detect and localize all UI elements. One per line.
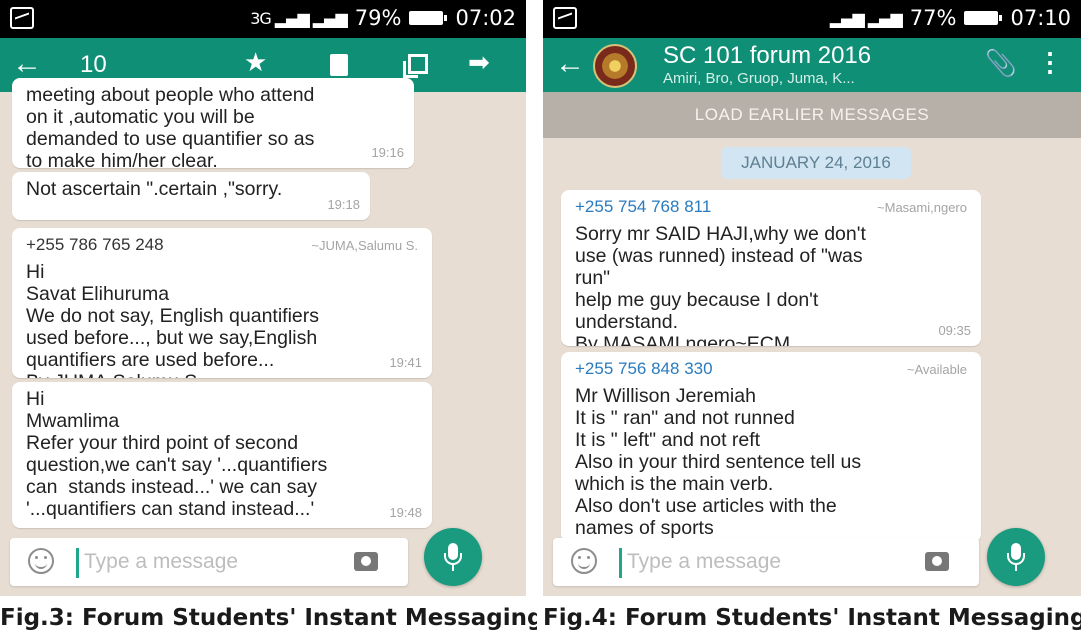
figure-caption-right: Fig.4: Forum Students' Instant Messaging… <box>543 605 1081 631</box>
battery-icon <box>964 11 1003 25</box>
figure-caption-left: Fig.3: Forum Students' Instant Messaging… <box>0 605 537 631</box>
message-time: 19:16 <box>371 145 404 160</box>
status-time: 07:02 <box>455 6 516 30</box>
voice-record-button[interactable] <box>424 528 482 586</box>
paperclip-icon[interactable]: 📎 <box>985 48 1017 79</box>
back-arrow-icon[interactable]: ← <box>12 47 42 81</box>
message-input[interactable] <box>627 546 847 578</box>
chat-title[interactable]: SC 101 forum 2016 <box>663 42 871 70</box>
chat-participants[interactable]: Amiri, Bro, Gruop, Juma, K... <box>663 70 855 87</box>
camera-icon[interactable] <box>354 552 378 571</box>
message-bubble[interactable]: Hi Mwamlima Refer your third point of se… <box>12 382 432 528</box>
message-sender: +255 756 848 330 ~Available <box>575 358 967 381</box>
signal-icon: ▂▄▆ ▂▄▆ <box>829 8 903 28</box>
message-input[interactable] <box>84 546 304 578</box>
message-body: Mr Willison Jeremiah It is " ran" and no… <box>575 385 862 542</box>
message-text: Mr Willison Jeremiah It is " ran" and no… <box>575 385 967 542</box>
left-phone-screenshot: 3G ▂▄▆ ▂▄▆ 79% 07:02 ← 10 ★ ➡ meeting ab… <box>0 0 526 596</box>
more-vert-icon[interactable]: ⋮ <box>1037 47 1063 78</box>
message-sender: +255 754 768 811 ~Masami,ngero <box>575 196 967 219</box>
back-arrow-icon[interactable]: ← <box>555 47 585 81</box>
message-bubble[interactable]: +255 754 768 811 ~Masami,ngero Sorry mr … <box>561 190 981 346</box>
camera-icon[interactable] <box>925 552 949 571</box>
sender-alias: ~Masami,ngero <box>877 200 967 215</box>
sender-alias: ~Available <box>906 362 967 377</box>
delete-button[interactable] <box>330 54 348 76</box>
battery-icon <box>409 11 448 25</box>
sender-number[interactable]: +255 786 765 248 <box>26 234 164 256</box>
battery-percent: 77% <box>909 6 957 30</box>
signal-icon: 3G ▂▄▆ ▂▄▆ <box>250 8 348 28</box>
voice-record-button[interactable] <box>987 528 1045 586</box>
message-bubble[interactable]: +255 756 848 330 ~Available Mr Willison … <box>561 352 981 542</box>
message-bubble[interactable]: +255 786 765 248 ~JUMA,Salumu S. Hi Sava… <box>12 228 432 378</box>
message-time: 19:48 <box>389 505 422 520</box>
date-chip: JANUARY 24, 2016 <box>721 147 911 179</box>
message-text: Sorry mr SAID HAJI,why we don't use (was… <box>575 223 866 346</box>
whatsapp-notification-icon <box>10 7 34 29</box>
sender-alias: ~JUMA,Salumu S. <box>311 238 418 253</box>
message-bubble[interactable]: Not ascertain ".certain ,"sorry. 19:18 <box>12 172 370 220</box>
sender-number[interactable]: +255 754 768 811 <box>575 196 711 218</box>
chat-header: ← SC 101 forum 2016 Amiri, Bro, Gruop, J… <box>543 38 1081 92</box>
forward-icon[interactable]: ➡ <box>468 49 490 75</box>
panel-divider <box>534 0 543 639</box>
status-time: 07:10 <box>1010 6 1071 30</box>
message-composer <box>10 538 408 586</box>
trash-icon <box>330 54 348 76</box>
copy-icon <box>403 54 428 78</box>
message-bubble[interactable]: meeting about people who attend on it ,a… <box>12 78 414 168</box>
copy-button[interactable] <box>403 54 428 78</box>
emoji-icon[interactable] <box>571 548 597 574</box>
network-label: 3G <box>250 8 272 28</box>
message-time: 19:41 <box>389 355 422 370</box>
message-text: Hi Savat Elihuruma We do not say, Englis… <box>26 261 320 378</box>
text-cursor <box>619 548 622 578</box>
right-phone-screenshot: ▂▄▆ ▂▄▆ 77% 07:10 ← SC 101 forum 2016 Am… <box>543 0 1081 596</box>
selected-count: 10 <box>80 51 107 78</box>
text-cursor <box>76 548 79 578</box>
sender-number[interactable]: +255 756 848 330 <box>575 358 713 380</box>
emoji-icon[interactable] <box>28 548 54 574</box>
load-earlier-button[interactable]: LOAD EARLIER MESSAGES <box>543 92 1081 138</box>
message-text: Not ascertain ".certain ,"sorry. <box>26 178 283 200</box>
message-composer <box>553 538 979 586</box>
star-icon[interactable]: ★ <box>244 49 267 75</box>
status-bar: ▂▄▆ ▂▄▆ 77% 07:10 <box>543 0 1081 38</box>
message-time: 19:18 <box>327 197 360 212</box>
message-sender: +255 786 765 248 ~JUMA,Salumu S. <box>26 234 418 257</box>
status-bar: 3G ▂▄▆ ▂▄▆ 79% 07:02 <box>0 0 526 38</box>
whatsapp-notification-icon <box>553 7 577 29</box>
message-time: 09:35 <box>938 323 971 338</box>
group-avatar-icon[interactable] <box>593 44 637 88</box>
battery-percent: 79% <box>354 6 402 30</box>
message-text: Hi Mwamlima Refer your third point of se… <box>26 388 328 520</box>
message-text: meeting about people who attend on it ,a… <box>26 84 315 168</box>
